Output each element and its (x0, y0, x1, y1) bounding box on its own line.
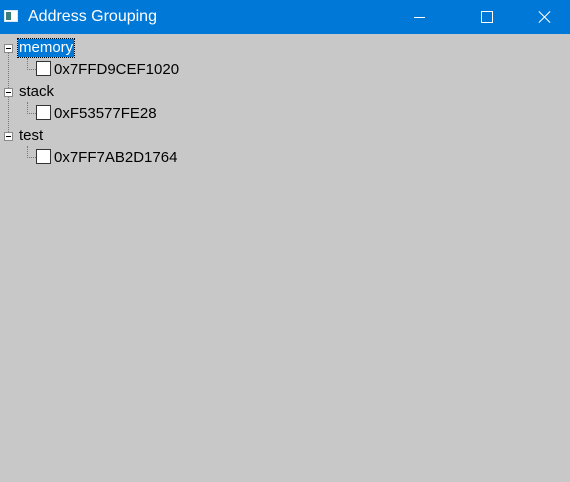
close-icon (538, 10, 552, 24)
item-checkbox[interactable] (36, 149, 51, 164)
group-label[interactable]: test (19, 127, 43, 145)
address-tree[interactable]: memory 0x7FFD9CEF1020 stack 0xF53577FE28… (0, 36, 570, 482)
collapse-icon[interactable] (4, 88, 13, 97)
branch-line (27, 157, 36, 158)
address-label[interactable]: 0x7FF7AB2D1764 (54, 149, 177, 167)
group-label[interactable]: stack (19, 83, 54, 101)
group-label[interactable]: memory (16, 38, 76, 58)
address-label[interactable]: 0x7FFD9CEF1020 (54, 61, 179, 79)
collapse-icon[interactable] (4, 132, 13, 141)
branch-line (27, 69, 36, 70)
maximize-icon (481, 11, 493, 23)
title-bar[interactable]: Address Grouping (0, 0, 570, 34)
item-checkbox[interactable] (36, 61, 51, 76)
window-icon (4, 10, 18, 22)
collapse-icon[interactable] (4, 44, 13, 53)
window-title: Address Grouping (28, 8, 157, 25)
minimize-button[interactable] (396, 0, 442, 34)
item-checkbox[interactable] (36, 105, 51, 120)
branch-line (27, 113, 36, 114)
close-button[interactable] (522, 0, 568, 34)
address-label[interactable]: 0xF53577FE28 (54, 105, 157, 123)
minimize-icon (413, 16, 425, 18)
maximize-button[interactable] (464, 0, 510, 34)
